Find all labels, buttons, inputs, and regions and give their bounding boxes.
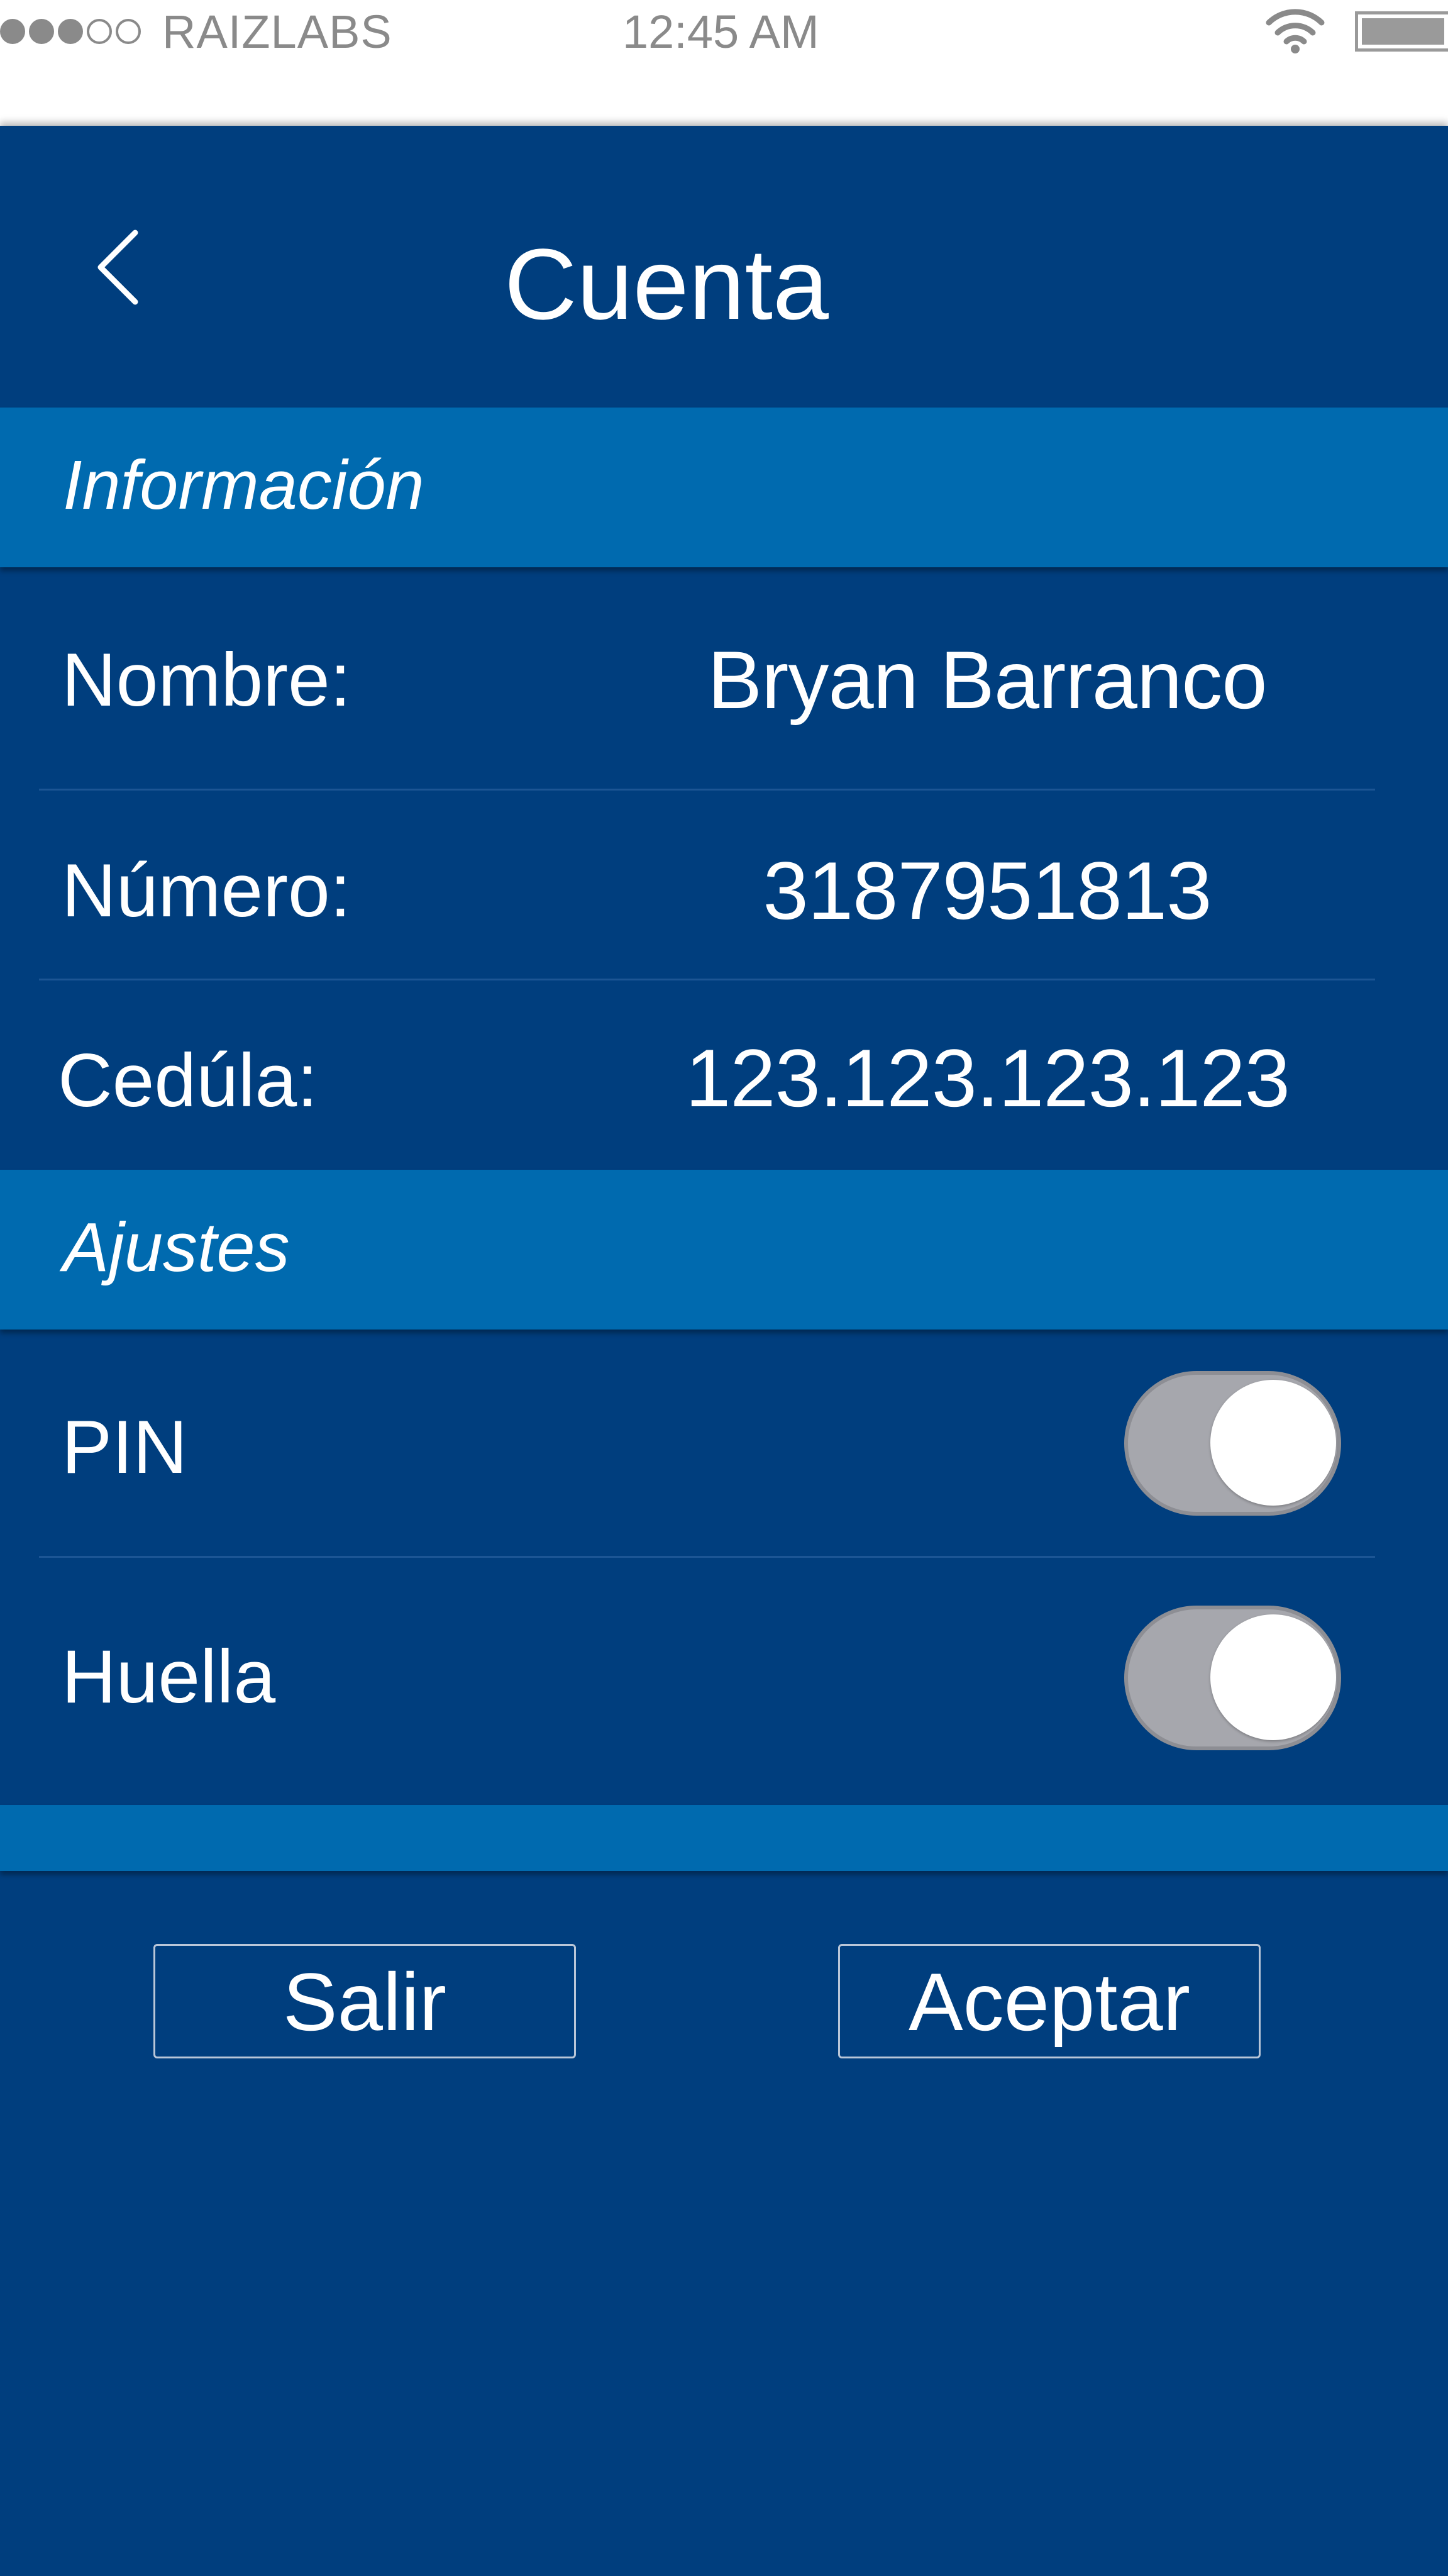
huella-toggle[interactable] <box>1124 1606 1341 1750</box>
battery-icon <box>1355 11 1448 52</box>
signal-dot-empty <box>116 19 141 44</box>
row-label: PIN <box>62 1405 188 1489</box>
pin-toggle[interactable] <box>1124 1371 1341 1516</box>
setting-row-huella: Huella <box>0 1558 1448 1803</box>
section-title: Información <box>63 447 424 524</box>
signal-dot-filled <box>29 19 54 44</box>
row-label: Cedúla: <box>58 1038 318 1123</box>
row-label: Número: <box>62 848 351 933</box>
footer-accent-bar <box>0 1805 1448 1871</box>
wifi-icon <box>1264 5 1327 55</box>
status-time: 12:45 AM <box>622 6 819 58</box>
signal-dot-filled <box>0 19 25 44</box>
row-value: 123.123.123.123 <box>685 1032 1290 1124</box>
toggle-knob <box>1210 1380 1336 1506</box>
section-header-ajustes: Ajustes <box>0 1170 1448 1330</box>
carrier-name: RAIZLABS <box>162 6 392 58</box>
setting-row-pin: PIN <box>0 1330 1448 1556</box>
info-row-nombre: Nombre: Bryan Barranco <box>0 567 1448 789</box>
signal-dot-empty <box>87 19 112 44</box>
exit-button[interactable]: Salir <box>153 1944 576 2058</box>
account-screen: Cuenta Información Nombre: Bryan Barranc… <box>0 126 1448 2576</box>
row-value: 3187951813 <box>763 845 1212 936</box>
accept-button[interactable]: Aceptar <box>838 1944 1261 2058</box>
row-label: Nombre: <box>62 638 351 722</box>
row-label: Huella <box>62 1635 276 1719</box>
section-header-informacion: Información <box>0 408 1448 567</box>
info-row-numero: Número: 3187951813 <box>0 791 1448 979</box>
battery-fill <box>1362 18 1444 45</box>
row-value: Bryan Barranco <box>707 634 1267 726</box>
app-header: Cuenta <box>0 126 1448 408</box>
section-title: Ajustes <box>63 1209 290 1286</box>
page-title: Cuenta <box>504 228 829 340</box>
status-bar: RAIZLABS 12:45 AM <box>0 0 1448 126</box>
signal-dot-filled <box>58 19 83 44</box>
signal-strength-indicator <box>0 19 141 44</box>
info-row-cedula: Cedúla: 123.123.123.123 <box>0 980 1448 1169</box>
toggle-knob <box>1210 1614 1336 1740</box>
